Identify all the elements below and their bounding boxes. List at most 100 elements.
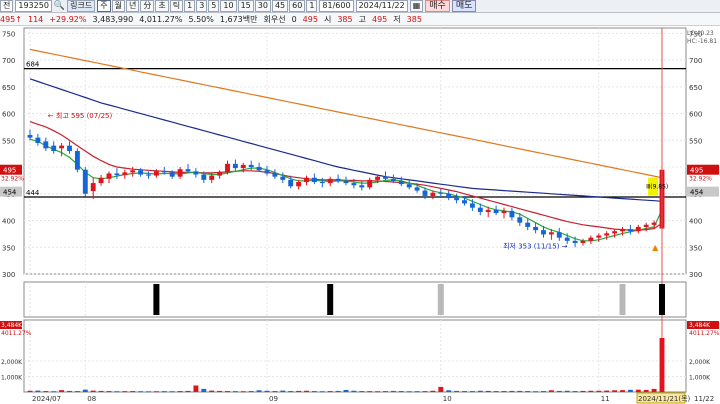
left-price-tag-1: 454 [3,189,17,197]
candle-body-43 [367,179,373,188]
price-tick-right-8: 350 [689,244,702,252]
candle-body-42 [359,185,365,188]
candle-body-25 [225,163,230,173]
price-tick-right-2: 650 [689,84,702,92]
x-label-4: 11 [601,395,610,403]
volume-bar-51 [430,390,436,392]
candle-body-5 [67,145,72,151]
price-panel [23,27,687,275]
period-button-5[interactable]: 틱 [169,0,184,12]
price-tick-right-7: 400 [689,218,702,226]
volume-bar-35 [304,390,309,392]
stock-chart[interactable]: 7507507007006506506006005505505005004504… [0,26,720,404]
volume-bar-53 [446,390,452,392]
stock-code-input[interactable]: 193250 [15,0,52,12]
volume-bar-43 [367,391,373,393]
volume-bar-45 [383,391,388,393]
candle-body-41 [351,183,357,186]
candle-body-32 [280,176,286,180]
volume-bar-20 [185,390,191,392]
period-button-3[interactable]: 分 [140,0,155,12]
candle-body-10 [106,173,112,179]
candle-body-1 [35,137,41,143]
candle-body-58 [485,209,491,212]
annotation-1: 최저 353 (11/15) → [503,242,568,251]
price-tick-right-4: 550 [689,137,702,145]
calendar-icon[interactable]: ▦ [409,0,424,12]
count-field[interactable]: 81/600 [319,0,354,12]
period-button-6[interactable]: 1 [184,0,196,12]
right-date-tag: 11/22 [694,395,714,403]
volume-bar-78 [643,389,649,392]
candle-body-34 [296,182,302,187]
candle-body-7 [82,169,88,194]
sell-button[interactable]: 매도 [451,0,477,12]
period-button-2[interactable]: 년 [125,0,140,12]
stock-name[interactable]: 링크드 [67,0,96,12]
candle-body-71 [588,237,594,241]
date-field[interactable]: 2024/11/22 [355,0,408,12]
period-button-0[interactable]: 주 [97,0,111,12]
volume-bar-17 [161,391,167,393]
buy-button[interactable]: 매수 [425,0,450,12]
candle-body-73 [604,233,610,236]
volume-tag-right: 3,484K [689,322,711,329]
volume-bar-1 [35,390,41,392]
candle-body-74 [612,231,618,234]
period-button-12[interactable]: 45 [271,0,289,12]
volume-bar-24 [217,390,223,392]
period-button-8[interactable]: 5 [208,0,220,12]
candle-body-70 [580,240,586,243]
signal-bar-4 [659,284,665,315]
period-button-9[interactable]: 10 [220,0,237,12]
period-button-10[interactable]: 15 [237,0,254,12]
x-label-3: 10 [443,395,452,403]
candle-body-67 [556,232,562,238]
period-button-11[interactable]: 30 [254,0,271,12]
volume-bar-5 [67,390,72,392]
low-label: 저 [393,14,401,24]
period-button-13[interactable]: 60 [289,0,306,12]
signal-bar-2 [437,284,444,315]
candle-body-0 [27,134,33,138]
volume-pct-left: 4011.27% [1,330,32,337]
volume-tick-right-1: 1,000K [689,375,711,382]
candle-body-54 [454,198,460,201]
candle-body-23 [209,175,215,180]
candle-body-13 [130,170,136,173]
candle-body-52 [438,192,444,194]
period-button-14[interactable]: 1 [306,0,318,12]
candle-body-12 [122,172,128,176]
volume-bar-61 [509,390,515,392]
candle-body-37 [319,182,325,184]
price-tick-left-1: 700 [2,57,15,65]
market-select[interactable]: 전 [0,0,14,12]
volume-bar-48 [406,391,412,393]
candle-body-20 [185,169,191,172]
period-button-4[interactable]: 초 [155,0,169,12]
volume-bar-11 [114,391,120,393]
volume-bar-50 [422,391,428,393]
price-tick-left-7: 400 [2,218,15,226]
left-percent-label: 32.92% [1,176,24,183]
volume-bar-76 [627,389,633,392]
volume-bar-69 [572,391,578,393]
high-value: 495 [371,14,388,24]
period-button-7[interactable]: 3 [196,0,208,12]
volume-bar-32 [280,390,286,392]
candle-body-64 [533,226,539,231]
toolbar: 전 193250 🔍 링크드 주 월 년 分 초 틱 1 3 5 10 15 30 45 60 1 81/6… [0,0,720,13]
candle-body-9 [98,177,104,184]
volume-bar-38 [327,391,333,393]
volume-bar-65 [541,391,546,393]
volume-bar-68 [564,390,570,392]
search-icon[interactable]: 🔍 [54,1,65,11]
volume-bar-44 [375,391,381,393]
volume-tag-left: 3,484K [1,322,23,329]
volume-bar-40 [343,389,349,392]
x-label-5: 2024/11/21(목) [638,395,691,403]
period-button-1[interactable]: 월 [111,0,125,12]
candle-body-51 [430,192,436,196]
volume-tick-right-0: 2,000K [689,359,711,366]
candle-body-45 [383,176,388,179]
